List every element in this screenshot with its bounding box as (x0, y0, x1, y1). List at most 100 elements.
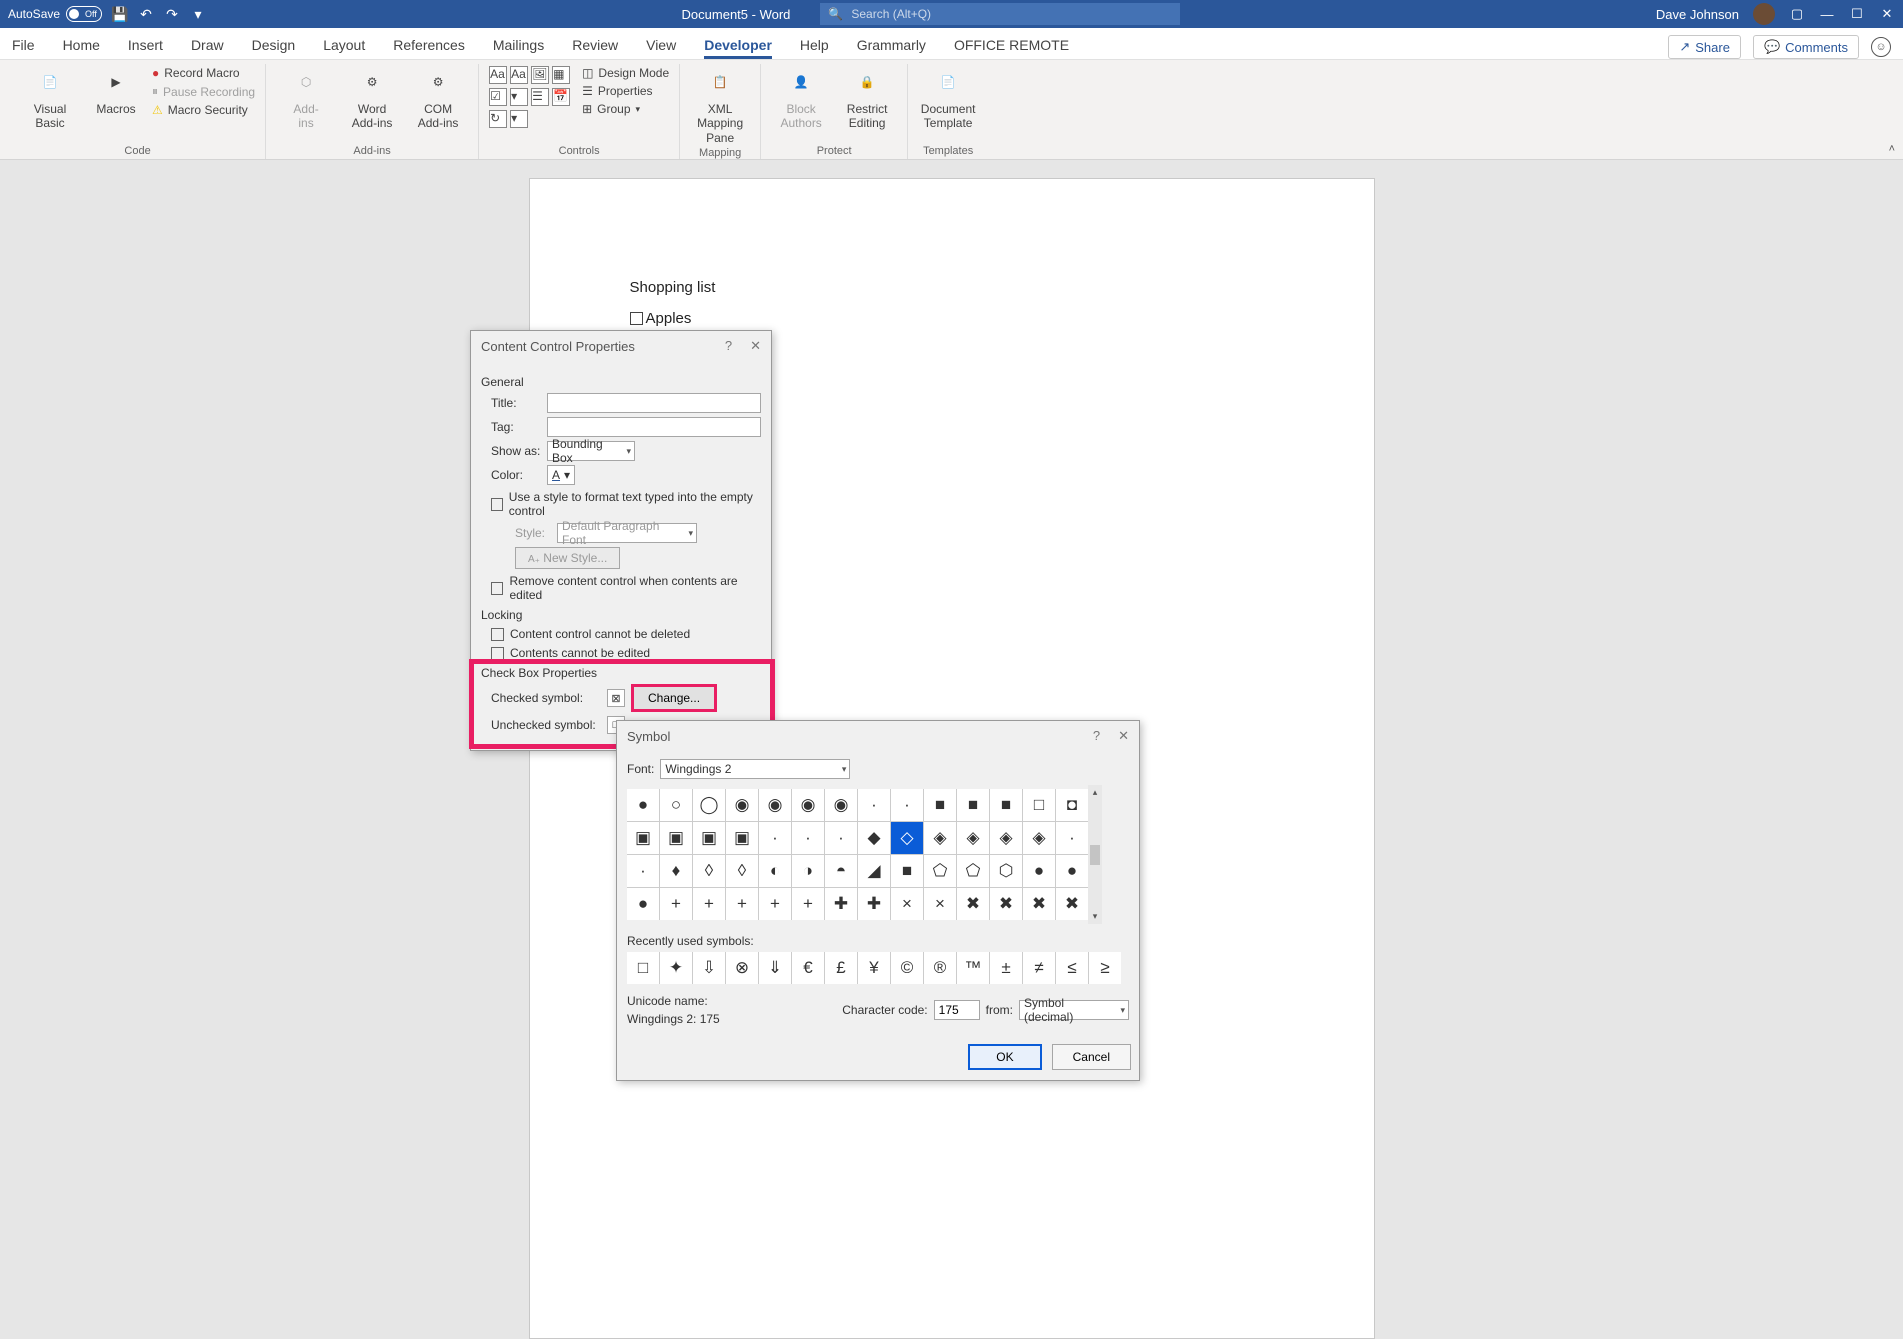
share-button[interactable]: ↗Share (1668, 35, 1741, 59)
control-repeat-icon[interactable]: ↻ (489, 110, 507, 128)
symbol-cell[interactable]: ✖ (1023, 888, 1055, 920)
recent-symbol-cell[interactable]: ¥ (858, 952, 890, 984)
recent-symbol-cell[interactable]: ✦ (660, 952, 692, 984)
ribbon-display-icon[interactable]: ▢ (1789, 6, 1805, 22)
symbol-cell[interactable]: ◊ (693, 855, 725, 887)
symbol-cell[interactable]: ○ (660, 789, 692, 821)
minimize-icon[interactable]: — (1819, 6, 1835, 22)
title-input[interactable] (547, 393, 761, 413)
tag-input[interactable] (547, 417, 761, 437)
restrict-editing-button[interactable]: 🔒Restrict Editing (837, 66, 897, 131)
symbol-cell[interactable]: ◯ (693, 789, 725, 821)
color-picker[interactable]: A▾ (547, 465, 575, 485)
symbol-cell[interactable]: + (660, 888, 692, 920)
symbol-cell[interactable]: ⬠ (924, 855, 956, 887)
block-authors-button[interactable]: 👤Block Authors (771, 66, 831, 131)
tab-developer[interactable]: Developer (704, 31, 772, 59)
symbol-cell[interactable]: ■ (990, 789, 1022, 821)
recent-symbol-cell[interactable]: ⇓ (759, 952, 791, 984)
symbol-cell[interactable]: ● (627, 888, 659, 920)
tab-home[interactable]: Home (63, 31, 100, 59)
symbol-cell[interactable]: + (759, 888, 791, 920)
symbol-cell[interactable]: ✚ (858, 888, 890, 920)
symbol-scrollbar[interactable]: ▴▾ (1088, 785, 1102, 924)
feedback-icon[interactable]: ☺ (1871, 37, 1891, 57)
lock-edit-checkbox[interactable] (491, 647, 504, 660)
font-combo[interactable]: Wingdings 2▾ (660, 759, 850, 779)
symbol-cell[interactable]: ◉ (726, 789, 758, 821)
symbol-cell[interactable]: × (891, 888, 923, 920)
checked-change-button[interactable]: Change... (631, 684, 717, 712)
tab-references[interactable]: References (393, 31, 465, 59)
symbol-cell[interactable]: ◓ (825, 855, 857, 887)
tab-mailings[interactable]: Mailings (493, 31, 544, 59)
symbol-cell[interactable]: + (792, 888, 824, 920)
lock-delete-checkbox[interactable] (491, 628, 504, 641)
control-rtc-icon[interactable]: Aa (489, 66, 507, 84)
help-icon[interactable]: ? (1093, 728, 1100, 744)
redo-icon[interactable]: ↷ (164, 6, 180, 22)
recent-symbol-cell[interactable]: ™ (957, 952, 989, 984)
tab-grammarly[interactable]: Grammarly (857, 31, 926, 59)
symbol-cell[interactable]: · (891, 789, 923, 821)
symbol-cell[interactable]: ▣ (726, 822, 758, 854)
close-icon[interactable]: ✕ (1879, 6, 1895, 22)
recent-symbol-cell[interactable]: ≤ (1056, 952, 1088, 984)
control-combo-icon[interactable]: ▾ (510, 88, 528, 106)
control-legacy-icon[interactable]: ▾ (510, 110, 528, 128)
symbol-cell[interactable]: ● (1023, 855, 1055, 887)
design-mode-button[interactable]: ◫Design Mode (582, 66, 669, 80)
close-icon[interactable]: ✕ (750, 338, 761, 354)
symbol-cell[interactable]: ♦ (660, 855, 692, 887)
tab-view[interactable]: View (646, 31, 676, 59)
macros-button[interactable]: ▶Macros (86, 66, 146, 116)
avatar[interactable] (1753, 3, 1775, 25)
recent-symbol-cell[interactable]: € (792, 952, 824, 984)
record-macro-button[interactable]: ●Record Macro (152, 66, 255, 80)
cancel-button[interactable]: Cancel (1052, 1044, 1131, 1070)
symbol-cell[interactable]: ✚ (825, 888, 857, 920)
undo-icon[interactable]: ↶ (138, 6, 154, 22)
char-code-input[interactable] (934, 1000, 980, 1020)
symbol-cell[interactable]: ⬡ (990, 855, 1022, 887)
symbol-cell[interactable]: ◈ (990, 822, 1022, 854)
tab-design[interactable]: Design (252, 31, 296, 59)
symbol-cell[interactable]: ● (1056, 855, 1088, 887)
comments-button[interactable]: 💬Comments (1753, 35, 1859, 59)
visual-basic-button[interactable]: 📄Visual Basic (20, 66, 80, 131)
symbol-cell[interactable]: ◉ (759, 789, 791, 821)
symbol-cell[interactable]: × (924, 888, 956, 920)
control-plain-icon[interactable]: Aa (510, 66, 528, 84)
symbol-cell[interactable]: ◘ (1056, 789, 1088, 821)
symbol-cell[interactable]: · (1056, 822, 1088, 854)
group-button[interactable]: ⊞Group▾ (582, 102, 669, 116)
symbol-cell[interactable]: ◉ (825, 789, 857, 821)
symbol-cell[interactable]: ▣ (693, 822, 725, 854)
symbol-cell[interactable]: ◊ (726, 855, 758, 887)
symbol-cell[interactable]: · (825, 822, 857, 854)
control-pic-icon[interactable]: 🖼 (531, 66, 549, 84)
symbol-cell[interactable]: ✖ (1056, 888, 1088, 920)
symbol-cell[interactable]: ◈ (957, 822, 989, 854)
tab-office-remote[interactable]: OFFICE REMOTE (954, 31, 1069, 59)
symbol-cell[interactable]: · (792, 822, 824, 854)
symbol-cell[interactable]: + (693, 888, 725, 920)
symbol-cell[interactable]: ✖ (957, 888, 989, 920)
autosave-toggle[interactable]: AutoSave Off (8, 6, 102, 22)
symbol-cell[interactable]: · (759, 822, 791, 854)
symbol-cell[interactable]: ◇ (891, 822, 923, 854)
search-box[interactable]: 🔍 Search (Alt+Q) (820, 3, 1180, 25)
symbol-cell[interactable]: ● (627, 789, 659, 821)
help-icon[interactable]: ? (725, 338, 732, 354)
symbol-cell[interactable]: ◈ (924, 822, 956, 854)
symbol-cell[interactable]: ◑ (792, 855, 824, 887)
user-name[interactable]: Dave Johnson (1656, 7, 1739, 22)
symbol-cell[interactable]: + (726, 888, 758, 920)
addins-button[interactable]: ⬡Add- ins (276, 66, 336, 131)
qat-dropdown-icon[interactable]: ▾ (190, 6, 206, 22)
symbol-cell[interactable]: ◉ (792, 789, 824, 821)
symbol-cell[interactable]: ⬠ (957, 855, 989, 887)
com-addins-button[interactable]: ⚙COM Add-ins (408, 66, 468, 131)
recent-symbol-cell[interactable]: ± (990, 952, 1022, 984)
properties-button[interactable]: ☰Properties (582, 84, 669, 98)
